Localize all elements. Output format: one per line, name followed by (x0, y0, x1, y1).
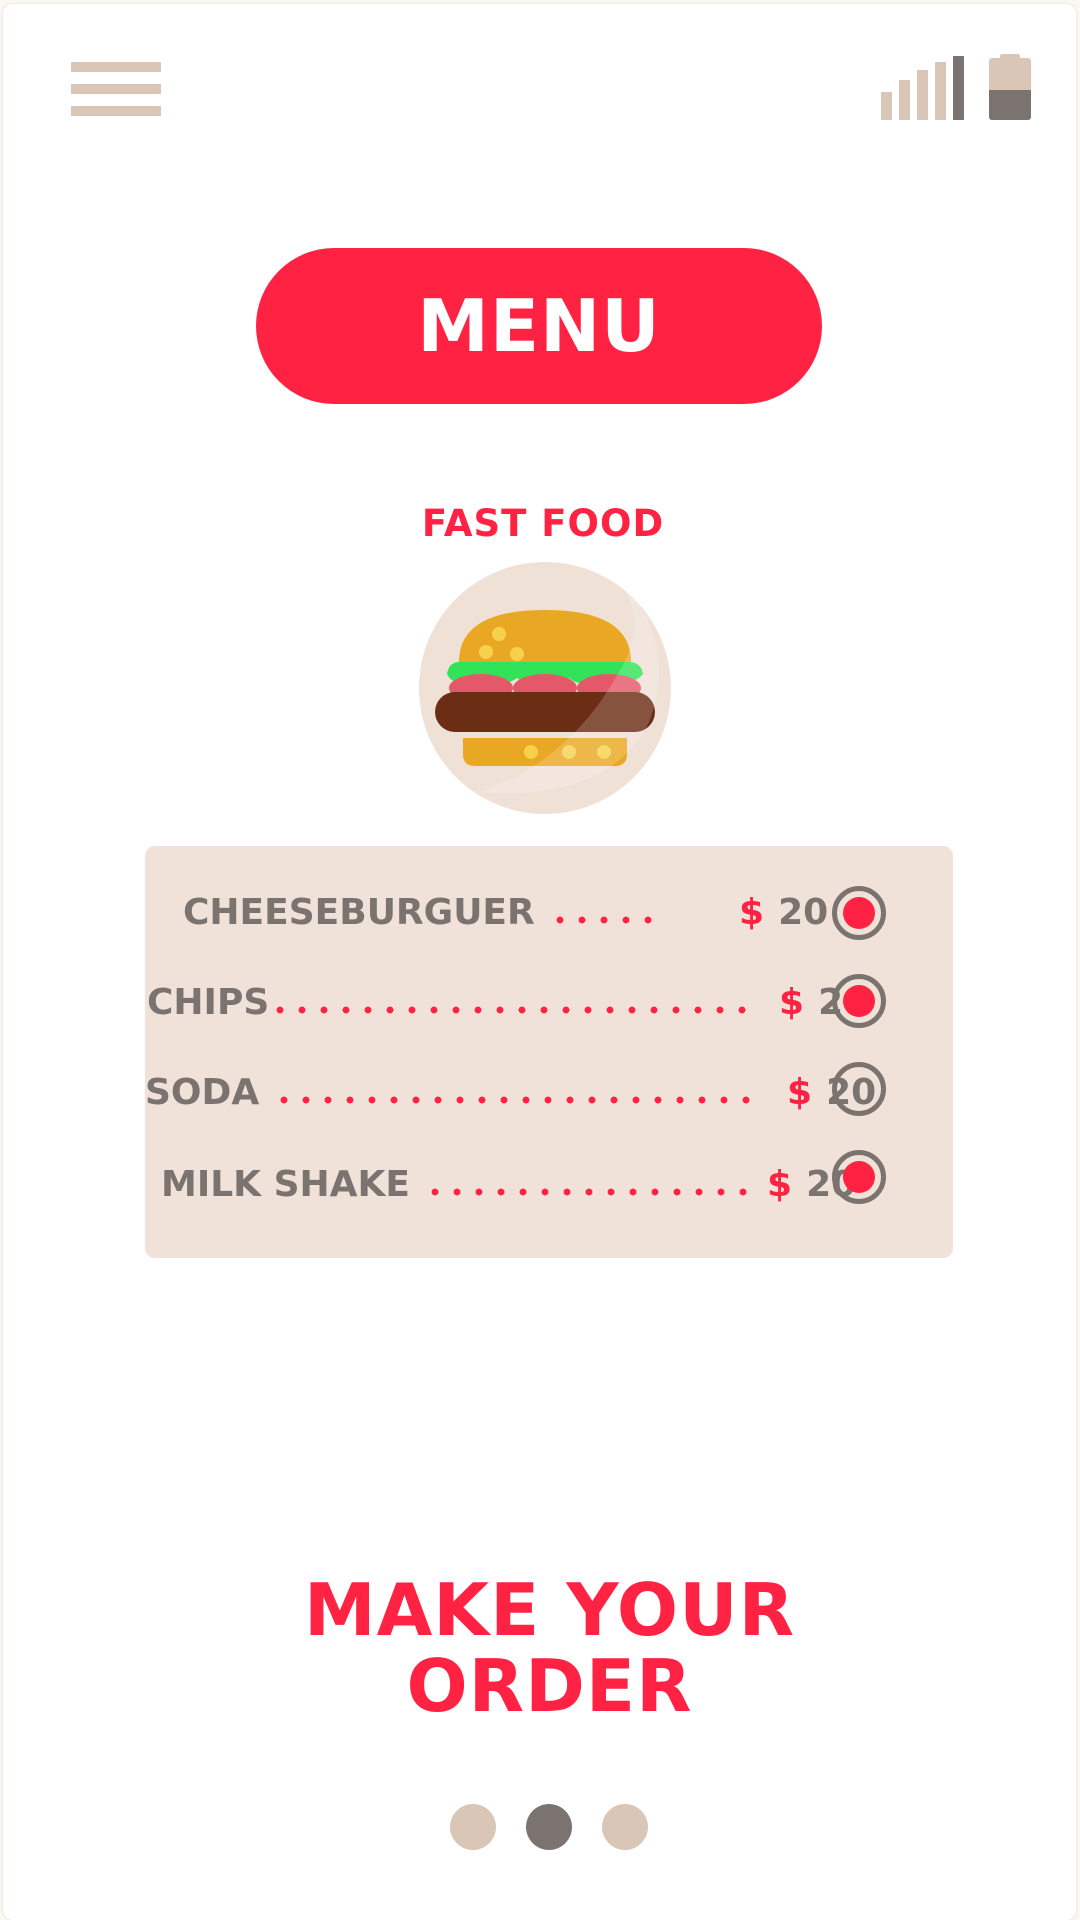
dotted-leader (424, 1188, 747, 1196)
select-radio[interactable] (832, 1150, 886, 1204)
select-radio[interactable] (832, 974, 886, 1028)
cta-line-1: MAKE YOUR (303, 1568, 796, 1652)
make-order-button[interactable]: MAKE YOUR ORDER (3, 1572, 1076, 1724)
dotted-leader (273, 1096, 763, 1104)
radio-selected-dot (843, 985, 875, 1017)
page-indicator (450, 1804, 650, 1850)
burger-icon (419, 562, 671, 814)
radio-selected-dot (843, 897, 875, 929)
dotted-leader (269, 1006, 753, 1014)
currency-symbol: $ (787, 1071, 813, 1113)
signal-icon (879, 54, 965, 120)
currency-symbol: $ (767, 1163, 793, 1205)
currency-symbol: $ (739, 891, 765, 933)
page-dot[interactable] (450, 1804, 496, 1850)
select-radio[interactable] (832, 886, 886, 940)
radio-selected-dot (843, 1161, 875, 1193)
menu-item-price: $20 (739, 882, 828, 942)
item-name: SODA (145, 1071, 260, 1113)
page-dot-active[interactable] (526, 1804, 572, 1850)
page-dot[interactable] (602, 1804, 648, 1850)
dotted-leader (548, 916, 657, 924)
battery-icon (989, 54, 1031, 120)
category-title: FAST FOOD (421, 502, 665, 545)
menu-item: CHEESEBURGUER (183, 882, 671, 942)
menu-card: CHEESEBURGUER $20 CHIPS $20 SODA $20 MIL… (145, 846, 953, 1258)
item-name: MILK SHAKE (161, 1163, 410, 1205)
menu-item: SODA (145, 1062, 777, 1122)
cta-line-2: ORDER (406, 1644, 693, 1728)
currency-symbol: $ (779, 981, 805, 1023)
hamburger-icon[interactable] (71, 60, 161, 118)
menu-item: MILK SHAKE (161, 1154, 761, 1214)
item-name: CHIPS (147, 981, 270, 1023)
item-name: CHEESEBURGUER (183, 891, 535, 933)
app-screen: MENU FAST FOOD CHEESEBURGUER $ 20 CHIPS … (3, 4, 1076, 1920)
item-price: 20 (778, 891, 829, 933)
menu-button[interactable]: MENU (256, 248, 822, 404)
select-radio[interactable] (832, 1062, 886, 1116)
menu-item: CHIPS (147, 972, 767, 1032)
